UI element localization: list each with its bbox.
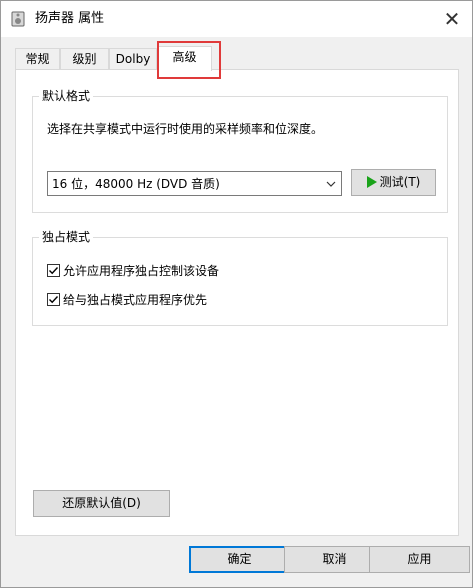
default-format-description: 选择在共享模式中运行时使用的采样频率和位深度。 — [47, 122, 324, 136]
apply-button[interactable]: 应用 — [369, 546, 470, 573]
allow-exclusive-label: 允许应用程序独占控制该设备 — [63, 264, 220, 278]
play-icon — [366, 175, 377, 188]
sample-rate-select[interactable]: 16 位，48000 Hz (DVD 音质) — [47, 171, 342, 196]
sample-rate-value: 16 位，48000 Hz (DVD 音质) — [52, 177, 220, 191]
default-format-title: 默认格式 — [39, 88, 94, 104]
close-button[interactable]: ✕ — [440, 7, 464, 31]
restore-defaults-button[interactable]: 还原默认值(D) — [33, 490, 170, 517]
checkbox-box[interactable] — [47, 264, 60, 277]
ok-button[interactable]: 确定 — [189, 546, 290, 573]
tab-advanced[interactable]: 高级 — [157, 46, 212, 71]
checkmark-icon — [49, 267, 59, 275]
title-bar: 扬声器 属性 ✕ — [1, 1, 472, 37]
properties-dialog: 扬声器 属性 ✕ 常规 级别 Dolby 高级 默认格式 选择在共享模式中运行时… — [0, 0, 473, 588]
tab-dolby[interactable]: Dolby — [109, 48, 157, 70]
exclusive-mode-title: 独占模式 — [39, 229, 94, 245]
test-button[interactable]: 测试(T) — [351, 169, 436, 196]
window-title: 扬声器 属性 — [35, 11, 105, 26]
exclusive-priority-label: 给与独占模式应用程序优先 — [63, 293, 208, 307]
speaker-icon — [11, 11, 25, 27]
default-format-group: 默认格式 选择在共享模式中运行时使用的采样频率和位深度。 16 位，48000 … — [32, 88, 448, 213]
close-icon: ✕ — [443, 7, 461, 31]
test-button-label: 测试(T) — [379, 175, 421, 189]
checkbox-box[interactable] — [47, 293, 60, 306]
chevron-down-icon — [326, 181, 336, 187]
tab-levels[interactable]: 级别 — [60, 48, 109, 70]
tab-general[interactable]: 常规 — [15, 48, 60, 70]
exclusive-mode-group: 独占模式 允许应用程序独占控制该设备 给与独占模式应用程序优先 — [32, 229, 448, 326]
checkmark-icon — [49, 296, 59, 304]
tab-panel-advanced: 默认格式 选择在共享模式中运行时使用的采样频率和位深度。 16 位，48000 … — [15, 69, 459, 536]
